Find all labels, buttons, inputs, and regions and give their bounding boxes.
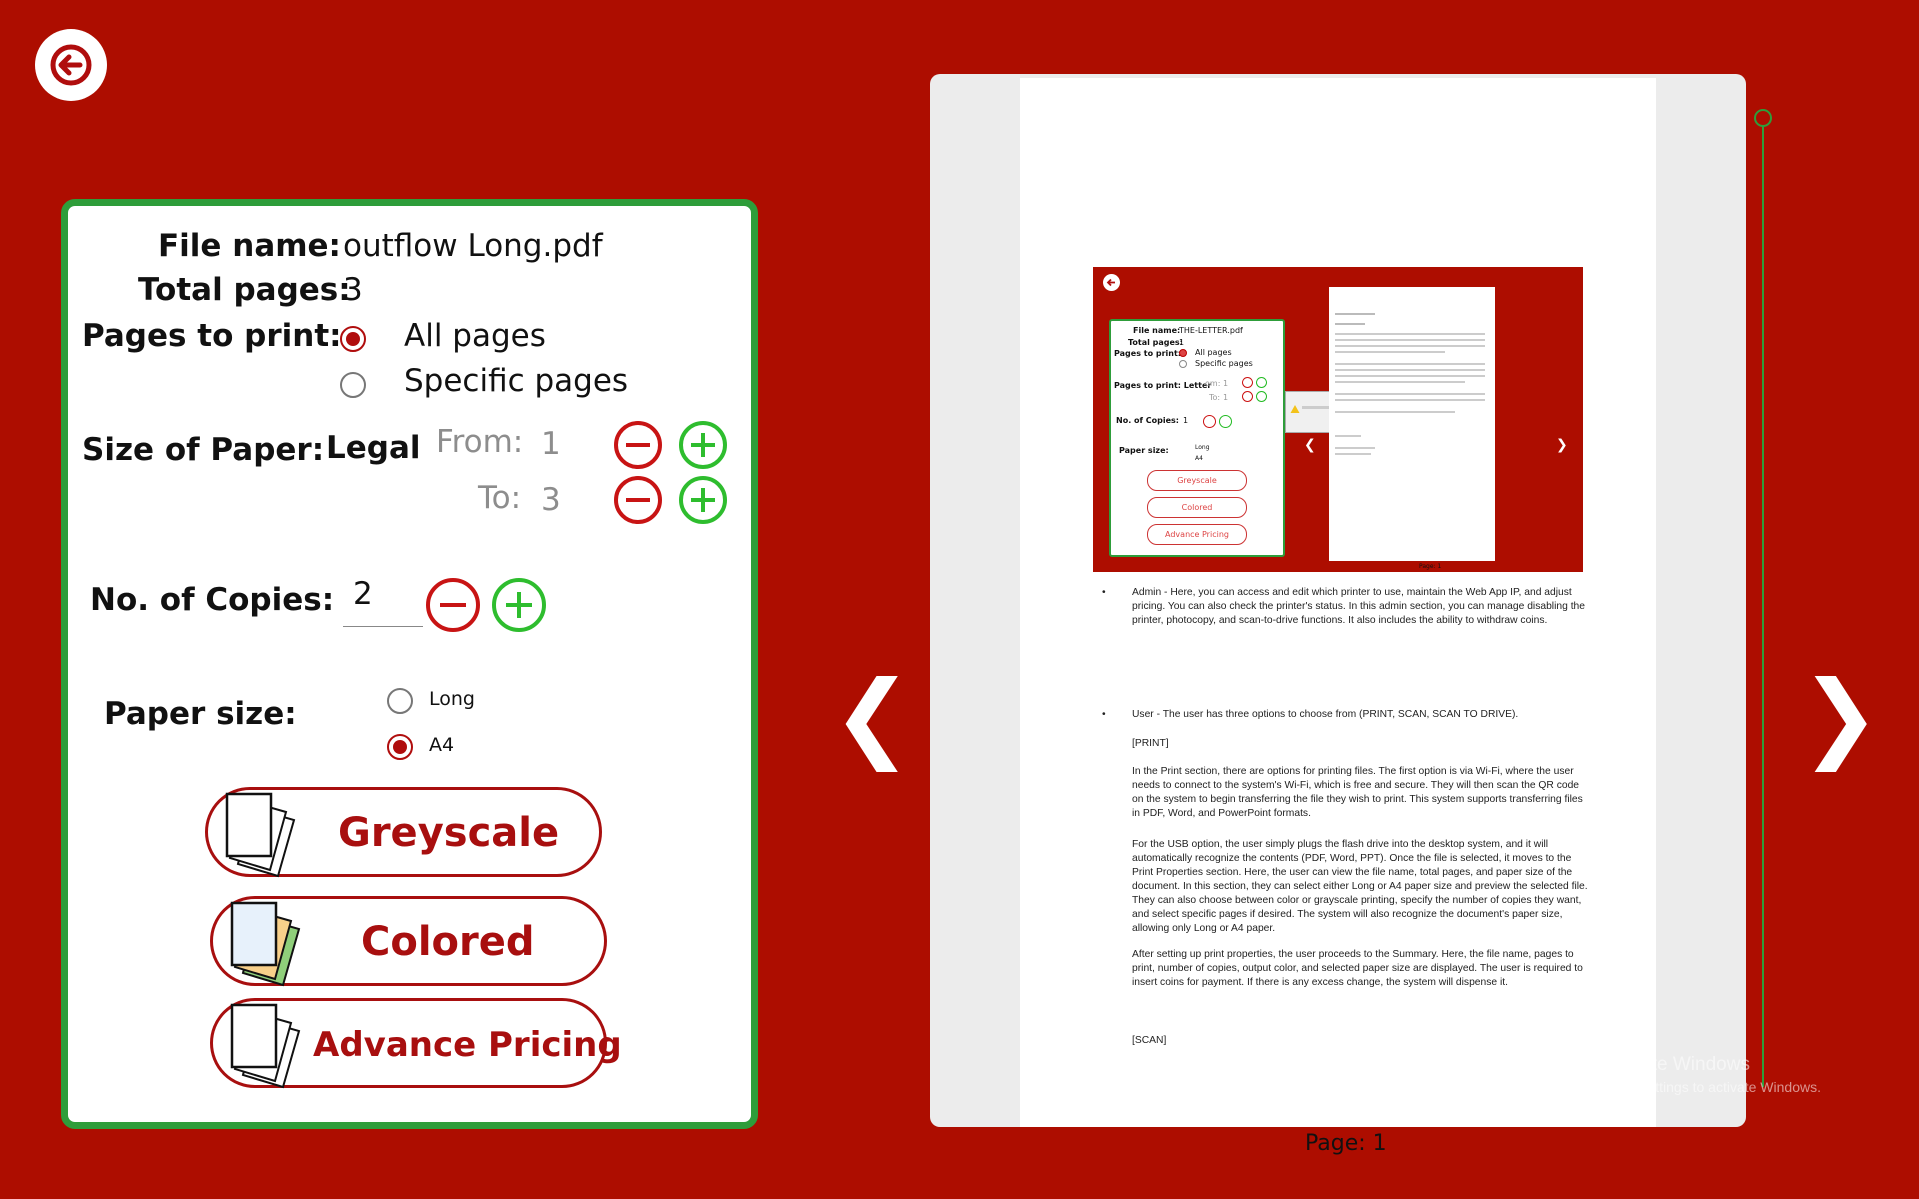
file-name-label: File name: (158, 228, 341, 264)
copies-input[interactable]: 2 (343, 574, 423, 627)
to-increment-button[interactable] (678, 475, 728, 525)
all-pages-label[interactable]: All pages (404, 318, 546, 354)
mini-to-minus (1242, 391, 1253, 402)
file-name-value: outflow Long.pdf (343, 228, 603, 264)
total-pages-label: Total pages: (138, 272, 351, 308)
preview-scroll-track[interactable] (1762, 118, 1764, 1087)
mini-copies-minus (1203, 415, 1216, 428)
mini-from-label: om: (1205, 379, 1221, 388)
mini-pages-to-print-label: Pages to print: (1114, 349, 1181, 358)
mini-greyscale: Greyscale (1147, 470, 1247, 491)
paper-a4-option[interactable] (387, 734, 413, 760)
mini-file-name-label: File name: (1133, 326, 1181, 335)
paper-a4-label[interactable]: A4 (429, 734, 454, 756)
mini-to-plus (1256, 391, 1267, 402)
mini-a4: A4 (1195, 455, 1203, 462)
bullet-admin-dot: • (1102, 587, 1106, 598)
mini-back-icon (1103, 274, 1120, 291)
document-preview: File name: THE-LETTER.pdf Total pages: 1… (930, 74, 1746, 1127)
paper-size-label: Paper size: (104, 696, 297, 732)
paper-long-option[interactable] (387, 688, 413, 714)
mini-from-value: 1 (1223, 379, 1229, 388)
prev-page-button[interactable]: ❮ (832, 668, 912, 764)
mini-all-pages: All pages (1195, 348, 1232, 357)
all-pages-option[interactable] (340, 326, 366, 352)
mini-copies-value: 1 (1183, 416, 1189, 425)
colored-label: Colored (361, 919, 535, 965)
colored-button[interactable]: Colored (210, 896, 607, 987)
greyscale-button[interactable]: Greyscale (205, 787, 602, 878)
to-value: 3 (541, 482, 561, 518)
mini-advance-pricing: Advance Pricing (1147, 524, 1247, 545)
mini-paper-size-label: Paper size: (1119, 446, 1169, 455)
mini-file-name-value: THE-LETTER.pdf (1179, 326, 1243, 335)
print-heading: [PRINT] (1132, 738, 1169, 749)
para-wifi: In the Print section, there are options … (1132, 766, 1583, 819)
to-label: To: (478, 480, 522, 516)
paper-long-radio[interactable] (387, 688, 413, 714)
bullet-user-text: User - The user has three options to cho… (1132, 709, 1519, 720)
from-increment-button[interactable] (678, 420, 728, 470)
grey-pages-icon (225, 792, 296, 878)
mini-specific-pages: Specific pages (1195, 359, 1253, 368)
from-value: 1 (541, 426, 561, 462)
copies-decrement-button[interactable] (425, 577, 481, 633)
mini-to-label: To: (1209, 393, 1221, 402)
advance-pricing-button[interactable]: Advance Pricing (210, 998, 622, 1089)
specific-pages-option[interactable] (340, 372, 366, 398)
scan-heading: [SCAN] (1132, 1035, 1167, 1046)
mini-from-minus (1242, 377, 1253, 388)
pricing-pages-icon (230, 1003, 301, 1089)
size-of-paper-label: Size of Paper: (82, 432, 325, 468)
from-label: From: (436, 424, 524, 460)
from-decrement-button[interactable] (613, 420, 663, 470)
mini-long: Long (1195, 444, 1210, 451)
pages-to-print-label: Pages to print: (82, 318, 342, 354)
mini-to-value: 1 (1223, 393, 1229, 402)
mini-total-pages-label: Total pages: (1128, 338, 1183, 347)
paper-a4-radio[interactable] (387, 734, 413, 760)
specific-pages-radio[interactable] (340, 372, 366, 398)
mini-colored: Colored (1147, 497, 1247, 518)
copies-increment-button[interactable] (491, 577, 547, 633)
preview-page: File name: THE-LETTER.pdf Total pages: 1… (1020, 78, 1656, 1127)
mini-next-arrow: ❯ (1556, 437, 1568, 453)
greyscale-label: Greyscale (338, 810, 560, 856)
arrow-left-icon (50, 44, 92, 86)
embedded-screenshot: File name: THE-LETTER.pdf Total pages: 1… (1093, 267, 1583, 572)
next-page-button[interactable]: ❯ (1800, 668, 1880, 764)
mini-copies-label: No. of Copies: (1116, 416, 1179, 425)
bullet-admin-text: Admin - Here, you can access and edit wh… (1132, 587, 1586, 626)
mini-specific-radio (1179, 360, 1187, 368)
mini-settings-panel: File name: THE-LETTER.pdf Total pages: 1… (1109, 319, 1285, 557)
copies-value: 2 (353, 576, 373, 612)
mini-size-label: Pages to print: Letter (1114, 381, 1212, 390)
total-pages-value: 3 (343, 272, 363, 308)
colored-pages-icon (230, 901, 301, 987)
print-settings-panel: File name: outflow Long.pdf Total pages:… (61, 199, 758, 1129)
size-of-paper-value: Legal (326, 430, 421, 466)
mini-prev-arrow: ❮ (1304, 437, 1316, 453)
mini-page-label: Page: 1 (1419, 563, 1442, 570)
para-usb: For the USB option, the user simply plug… (1132, 839, 1588, 934)
copies-label: No. of Copies: (90, 582, 335, 618)
preview-scroll-handle[interactable] (1754, 109, 1772, 127)
watermark-subtitle: Go to Settings to activate Windows. (1600, 1079, 1821, 1095)
para-summary: After setting up print properties, the u… (1132, 949, 1583, 988)
bullet-user-dot: • (1102, 709, 1106, 720)
paper-long-label[interactable]: Long (429, 688, 475, 710)
advance-pricing-label: Advance Pricing (313, 1025, 622, 1065)
mini-from-plus (1256, 377, 1267, 388)
page-indicator: Page: 1 (1305, 1131, 1387, 1156)
mini-copies-plus (1219, 415, 1232, 428)
to-decrement-button[interactable] (613, 475, 663, 525)
specific-pages-label[interactable]: Specific pages (404, 363, 628, 399)
back-button[interactable] (35, 29, 107, 101)
watermark-title: Activate Windows (1600, 1054, 1750, 1075)
mini-warning-icon (1290, 405, 1300, 413)
all-pages-radio[interactable] (340, 326, 366, 352)
mini-total-pages-value: 1 (1179, 338, 1185, 347)
mini-preview-page (1329, 287, 1495, 561)
mini-all-pages-radio (1179, 349, 1187, 357)
